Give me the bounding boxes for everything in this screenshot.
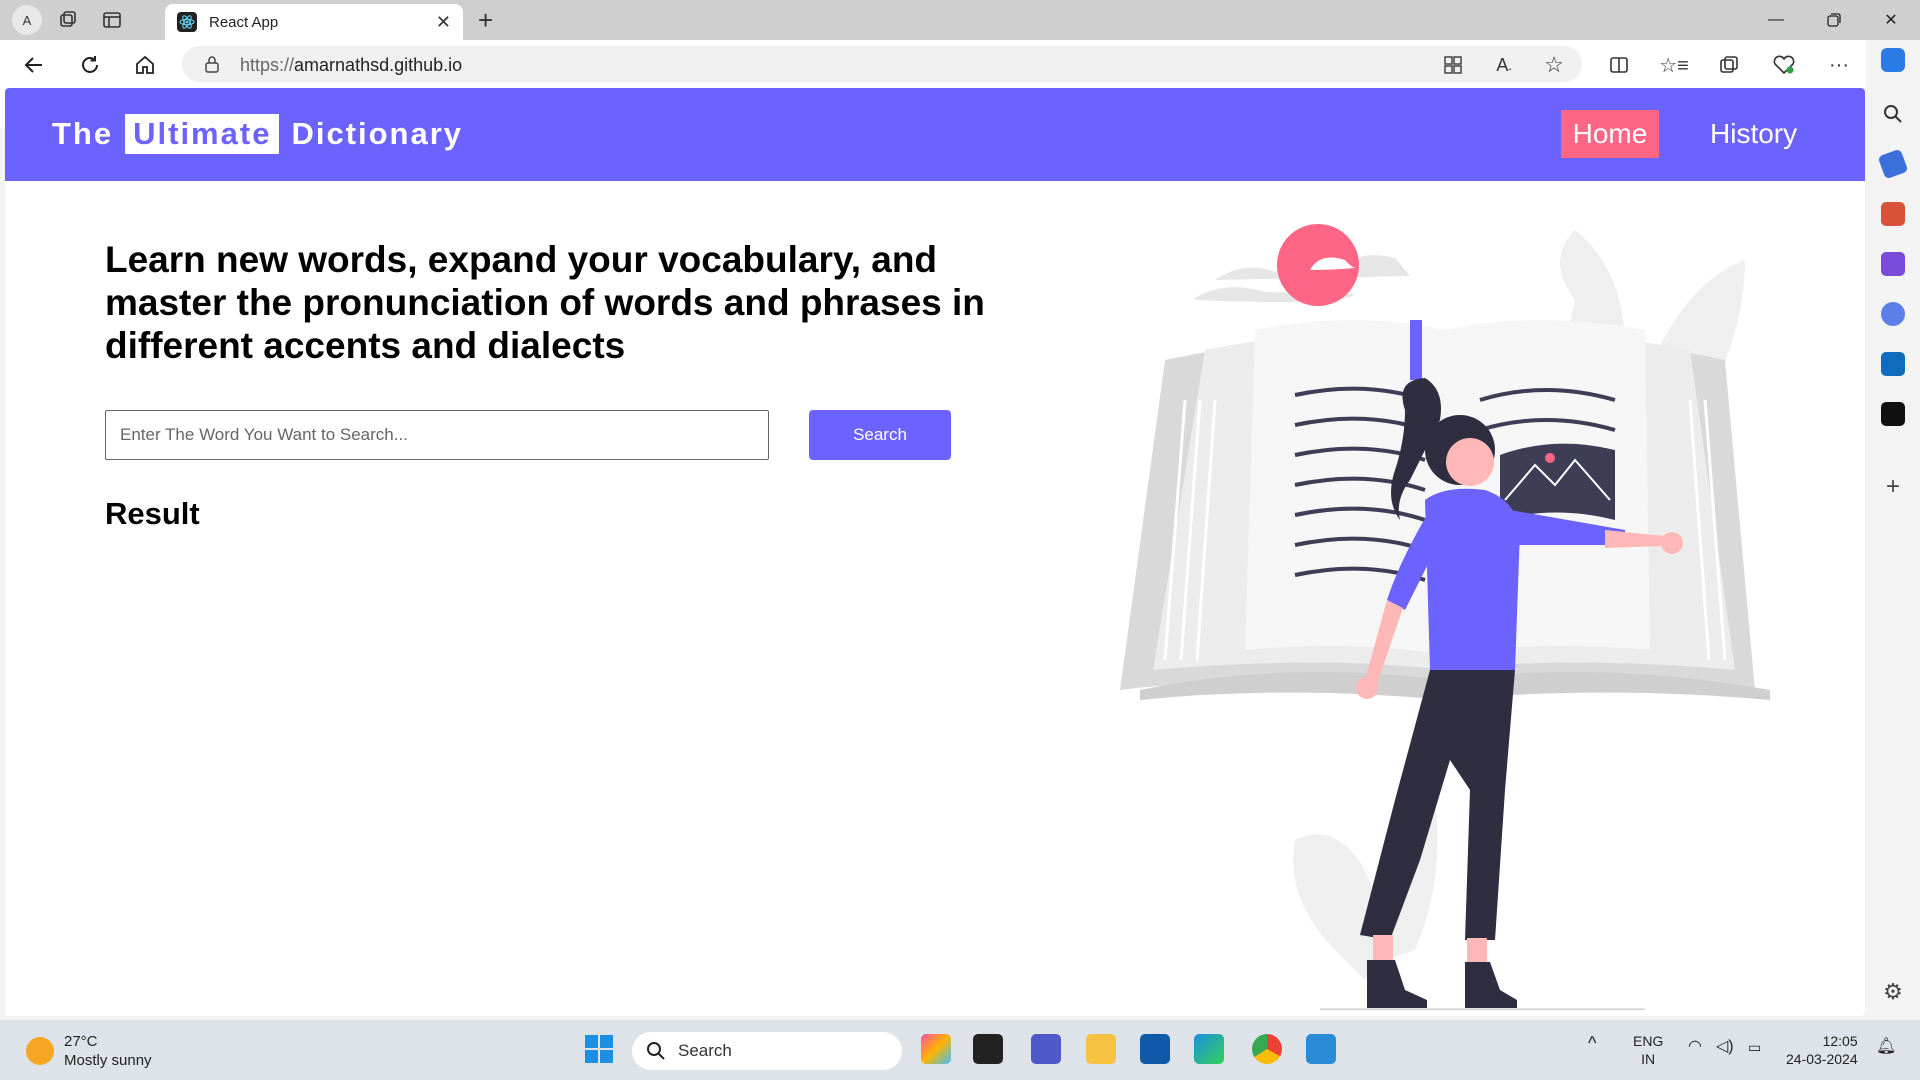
- wifi-icon[interactable]: ◠: [1688, 1038, 1702, 1056]
- weather-desc: Mostly sunny: [64, 1052, 152, 1069]
- url-text: https://amarnathsd.github.io: [240, 55, 462, 76]
- notifications-bell-icon[interactable]: 🔔︎: [1876, 1038, 1896, 1056]
- clock-time: 12:05: [1822, 1033, 1858, 1049]
- tab-close-icon[interactable]: ✕: [436, 12, 451, 33]
- microsoft-store-icon[interactable]: [1140, 1034, 1170, 1064]
- profile-button[interactable]: A: [12, 5, 42, 35]
- tab-title: React App: [209, 13, 279, 31]
- lang-bottom: IN: [1641, 1051, 1656, 1067]
- windows-taskbar: 27°C Mostly sunny Search ^ ENG IN ◠ ◁) ▭…: [0, 1020, 1920, 1080]
- search-input[interactable]: [105, 410, 769, 460]
- new-tab-icon[interactable]: +: [478, 5, 493, 36]
- file-explorer-icon[interactable]: [1086, 1034, 1116, 1064]
- outlook-icon[interactable]: [1881, 352, 1905, 376]
- home-icon[interactable]: [132, 52, 158, 78]
- brand-highlight: Ultimate: [125, 114, 280, 154]
- page-viewport: The Ultimate Dictionary Home History Lea…: [5, 88, 1865, 1016]
- refresh-icon[interactable]: [77, 52, 103, 78]
- search-icon[interactable]: [1881, 102, 1905, 126]
- close-window-icon[interactable]: ✕: [1864, 0, 1918, 40]
- app-available-icon[interactable]: [1440, 52, 1466, 78]
- weather-widget[interactable]: 27°C Mostly sunny: [26, 1032, 152, 1070]
- site-navbar: The Ultimate Dictionary Home History: [5, 88, 1865, 181]
- brand-post: Dictionary: [291, 116, 464, 151]
- back-icon[interactable]: [21, 52, 47, 78]
- taskbar-search-icon: [647, 1042, 665, 1060]
- browser-titlebar: A React App ✕ + — ✕: [0, 0, 1920, 40]
- clock-date: 24-03-2024: [1786, 1051, 1858, 1067]
- reading-woman-illustration: [1120, 224, 1770, 1010]
- workspaces-icon[interactable]: [50, 5, 86, 35]
- tab-actions-icon[interactable]: [94, 5, 130, 35]
- chatgpt-icon[interactable]: [1881, 402, 1905, 426]
- react-logo-icon: [177, 12, 197, 32]
- favorites-icon[interactable]: ☆≡: [1659, 52, 1689, 78]
- show-hidden-icons[interactable]: ^: [1588, 1034, 1596, 1052]
- browser-tab[interactable]: React App ✕: [165, 4, 463, 40]
- language-indicator[interactable]: ENG IN: [1633, 1032, 1663, 1068]
- task-view-icon[interactable]: [973, 1034, 1003, 1064]
- copilot-icon[interactable]: [1881, 48, 1905, 72]
- sunny-icon: [26, 1037, 54, 1065]
- read-aloud-icon[interactable]: Aꞈ: [1491, 52, 1517, 78]
- more-options-icon[interactable]: ···: [1826, 52, 1852, 78]
- volume-icon[interactable]: ◁): [1716, 1038, 1734, 1056]
- games-icon[interactable]: [1881, 252, 1905, 276]
- page-headline: Learn new words, expand your vocabulary,…: [105, 239, 985, 366]
- split-screen-icon[interactable]: [1606, 52, 1632, 78]
- battery-icon[interactable]: ▭: [1748, 1038, 1761, 1056]
- favorite-star-icon[interactable]: ☆: [1541, 52, 1567, 78]
- url-host: amarnathsd.github.io: [294, 55, 463, 75]
- restore-icon[interactable]: [1807, 0, 1861, 40]
- lock-icon[interactable]: [204, 55, 220, 78]
- chrome-icon[interactable]: [1252, 1034, 1282, 1064]
- site-brand[interactable]: The Ultimate Dictionary: [52, 110, 463, 158]
- nav-home-link[interactable]: Home: [1561, 110, 1659, 158]
- edge-sidebar: + ⚙: [1866, 40, 1920, 1016]
- lang-top: ENG: [1633, 1033, 1664, 1049]
- result-heading: Result: [105, 496, 200, 531]
- brand-pre: The: [52, 116, 114, 151]
- sidebar-settings-icon[interactable]: ⚙: [1881, 980, 1905, 1004]
- address-bar[interactable]: https://amarnathsd.github.io: [182, 46, 1582, 82]
- copilot-preview-icon[interactable]: [921, 1034, 951, 1064]
- edge-icon[interactable]: [1194, 1034, 1224, 1064]
- nav-history-link[interactable]: History: [1710, 110, 1797, 158]
- taskbar-search-label: Search: [678, 1041, 732, 1060]
- teams-icon[interactable]: [1031, 1034, 1061, 1064]
- taskbar-search[interactable]: Search: [632, 1032, 902, 1070]
- collections-icon[interactable]: [1716, 52, 1742, 78]
- tools-icon[interactable]: [1881, 202, 1905, 226]
- add-sidebar-app-icon[interactable]: +: [1881, 475, 1905, 500]
- microsoft-365-icon[interactable]: [1881, 302, 1905, 326]
- shopping-tag-icon[interactable]: [1877, 148, 1909, 180]
- windows-start-icon[interactable]: [584, 1034, 614, 1064]
- profile-initial: A: [22, 12, 32, 28]
- vscode-icon[interactable]: [1306, 1034, 1336, 1064]
- clock[interactable]: 12:05 24-03-2024: [1786, 1032, 1858, 1068]
- weather-temp: 27°C: [64, 1033, 98, 1050]
- search-button[interactable]: Search: [809, 410, 951, 460]
- url-protocol: https://: [240, 55, 295, 75]
- browser-essentials-icon[interactable]: [1771, 52, 1797, 78]
- minimize-icon[interactable]: —: [1749, 0, 1803, 40]
